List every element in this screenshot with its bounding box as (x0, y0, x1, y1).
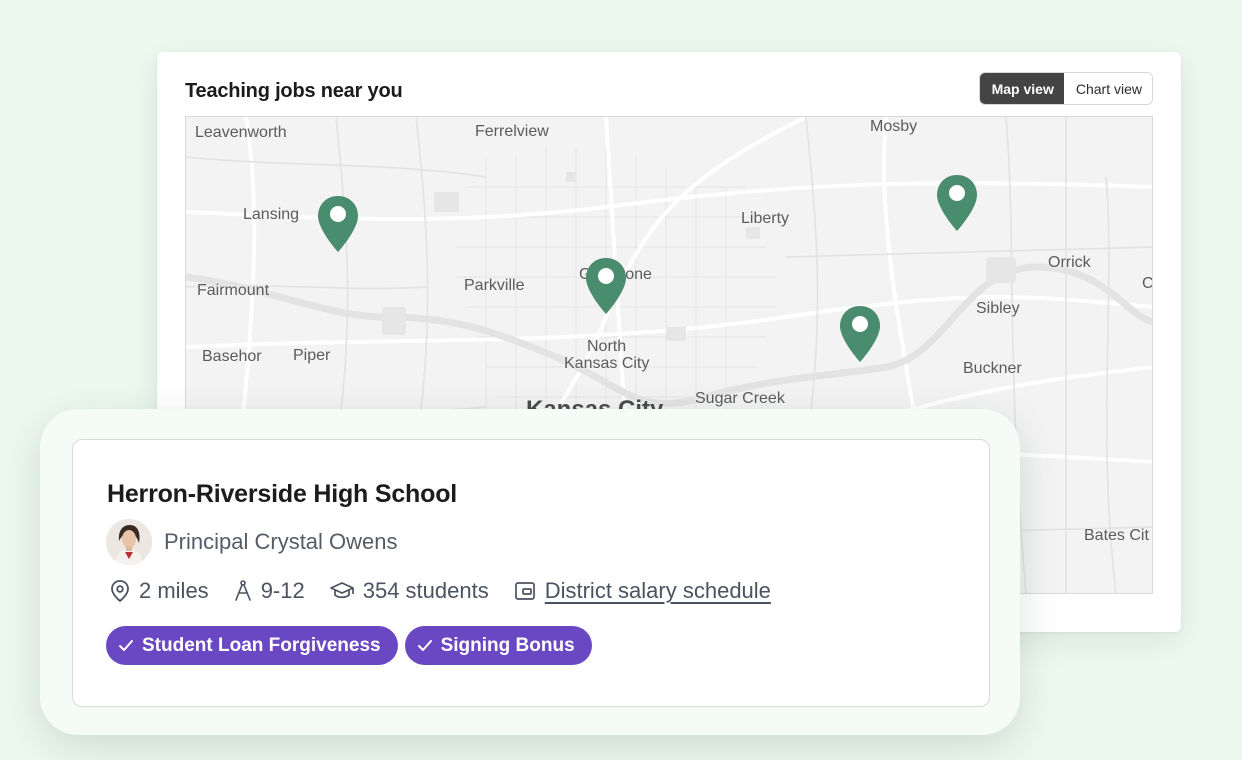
map-label-north: North (587, 338, 627, 355)
job-location-pin[interactable] (316, 194, 360, 254)
map-label-edge-c: C (1142, 275, 1153, 292)
avatar (106, 519, 152, 565)
tag-label: Student Loan Forgiveness (142, 634, 381, 656)
map-pin-icon (840, 306, 880, 362)
salary-item: District salary schedule (513, 578, 771, 604)
graduation-cap-icon (329, 582, 354, 599)
map-label-lansing: Lansing (243, 206, 300, 223)
check-icon (119, 639, 133, 651)
map-label-bates-city: Bates Cit (1084, 527, 1149, 544)
wallet-icon (514, 582, 535, 600)
job-detail-card[interactable]: Herron-Riverside High School Principal C… (72, 439, 990, 707)
map-label-sugar-creek: Sugar Creek (695, 390, 785, 407)
map-label-piper: Piper (293, 347, 331, 364)
job-location-pin[interactable] (935, 173, 979, 233)
map-label-basehor: Basehor (202, 348, 262, 365)
distance-value: 2 miles (139, 578, 209, 603)
chart-view-button[interactable]: Chart view (1063, 73, 1152, 104)
map-pin-icon (318, 196, 358, 252)
job-meta-row: 2 miles 9-12 354 students District salar… (109, 575, 795, 607)
job-location-pin[interactable] (838, 304, 882, 364)
tag-signing-bonus: Signing Bonus (404, 626, 592, 665)
distance-item: 2 miles (109, 578, 209, 604)
map-pin-icon (586, 258, 626, 314)
principal-name: Principal Crystal Owens (164, 529, 398, 554)
map-label-mosby: Mosby (870, 118, 918, 135)
students-item: 354 students (329, 578, 489, 604)
tag-student-loan-forgiveness: Student Loan Forgiveness (106, 626, 398, 665)
map-label-parkville: Parkville (464, 277, 525, 294)
job-detail-panel: Herron-Riverside High School Principal C… (40, 409, 1020, 735)
map-label-leavenworth: Leavenworth (195, 124, 287, 141)
map-label-ferrelview: Ferrelview (475, 123, 549, 140)
grades-value: 9-12 (260, 578, 305, 603)
check-icon (417, 639, 432, 651)
salary-schedule-link[interactable]: District salary schedule (545, 578, 771, 604)
map-label-liberty: Liberty (741, 210, 790, 227)
map-label-fairmount: Fairmount (197, 282, 270, 299)
students-value: 354 students (362, 578, 489, 603)
map-pin-icon (937, 175, 977, 231)
school-name: Herron-Riverside High School (107, 480, 458, 508)
map-label-sibley: Sibley (976, 300, 1020, 317)
map-label-orrick: Orrick (1048, 254, 1091, 271)
tag-label: Signing Bonus (440, 634, 575, 656)
view-toggle: Map view Chart view (978, 72, 1153, 105)
location-pin-icon (111, 580, 129, 603)
map-label-buckner: Buckner (963, 360, 1022, 377)
grades-item: 9-12 (233, 578, 305, 604)
map-label-north-kansas-city: Kansas City (564, 355, 650, 372)
job-location-pin[interactable] (584, 256, 628, 316)
map-card-title: Teaching jobs near you (185, 80, 403, 102)
benefit-tags: Student Loan Forgiveness Signing Bonus (106, 626, 599, 665)
map-view-button[interactable]: Map view (979, 73, 1064, 104)
compass-icon (234, 580, 251, 601)
